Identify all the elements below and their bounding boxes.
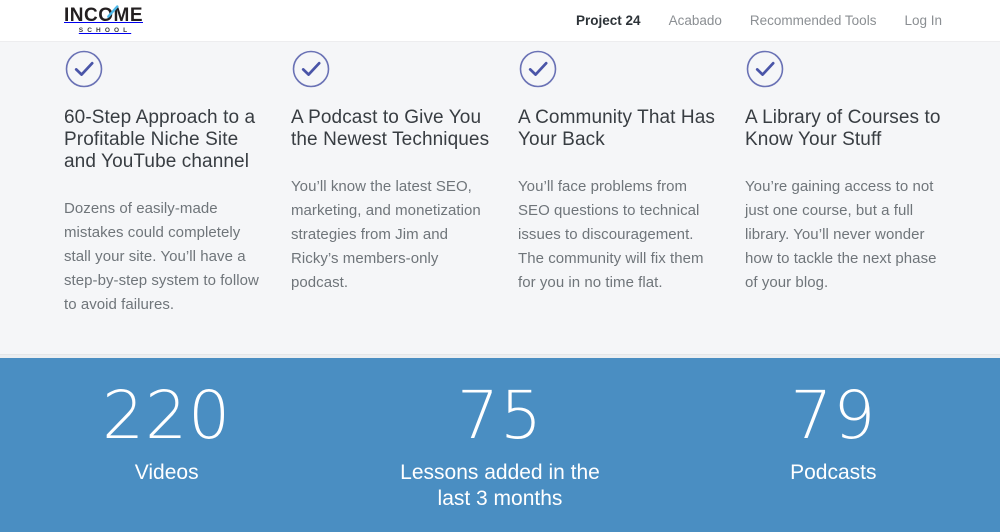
stat-number: 220 bbox=[0, 382, 333, 450]
nav-item-log-in[interactable]: Log In bbox=[904, 13, 942, 28]
site-header: INCOME SCHOOL Project 24 Acabado Recomme… bbox=[0, 0, 1000, 41]
stat-label: Podcasts bbox=[667, 460, 1000, 486]
check-circle-icon bbox=[291, 49, 331, 89]
nav-item-acabado[interactable]: Acabado bbox=[669, 13, 722, 28]
feature-title: 60-Step Approach to a Profitable Niche S… bbox=[64, 107, 263, 173]
stat-label: Lessons added in the last 3 months bbox=[385, 460, 615, 512]
feature-body: You’ll face problems from SEO questions … bbox=[518, 175, 717, 295]
feature-title: A Community That Has Your Back bbox=[518, 107, 717, 151]
stats-section: 220 Videos 75 Lessons added in the last … bbox=[0, 358, 1000, 532]
feature-card: 60-Step Approach to a Profitable Niche S… bbox=[64, 49, 263, 317]
feature-title: A Podcast to Give You the Newest Techniq… bbox=[291, 107, 490, 151]
logo-sub-text: SCHOOL bbox=[79, 28, 131, 35]
feature-title: A Library of Courses to Know Your Stuff bbox=[745, 107, 944, 151]
feature-body: You’ll know the latest SEO, marketing, a… bbox=[291, 175, 490, 295]
stat-number: 75 bbox=[333, 382, 666, 450]
nav-item-project-24[interactable]: Project 24 bbox=[576, 13, 641, 28]
nav-item-recommended-tools[interactable]: Recommended Tools bbox=[750, 13, 877, 28]
check-circle-icon bbox=[745, 49, 785, 89]
check-circle-icon bbox=[64, 49, 104, 89]
check-circle-icon bbox=[518, 49, 558, 89]
stat-label: Videos bbox=[0, 460, 333, 486]
feature-body: You’re gaining access to not just one co… bbox=[745, 175, 944, 295]
site-logo[interactable]: INCOME SCHOOL bbox=[64, 6, 143, 35]
stat-item-videos: 220 Videos bbox=[0, 382, 333, 486]
stat-item-lessons: 75 Lessons added in the last 3 months bbox=[333, 382, 666, 512]
logo-main-text: INCOME bbox=[64, 5, 143, 26]
stat-item-podcasts: 79 Podcasts bbox=[667, 382, 1000, 486]
feature-card: A Library of Courses to Know Your Stuff … bbox=[745, 49, 944, 317]
feature-body: Dozens of easily-made mistakes could com… bbox=[64, 197, 263, 317]
stat-number: 79 bbox=[667, 382, 1000, 450]
main-navigation: Project 24 Acabado Recommended Tools Log… bbox=[576, 13, 942, 28]
feature-card: A Community That Has Your Back You’ll fa… bbox=[518, 49, 717, 317]
feature-card: A Podcast to Give You the Newest Techniq… bbox=[291, 49, 490, 317]
logo-wordmark: INCOME bbox=[64, 6, 143, 25]
features-section: 60-Step Approach to a Profitable Niche S… bbox=[0, 41, 1000, 354]
